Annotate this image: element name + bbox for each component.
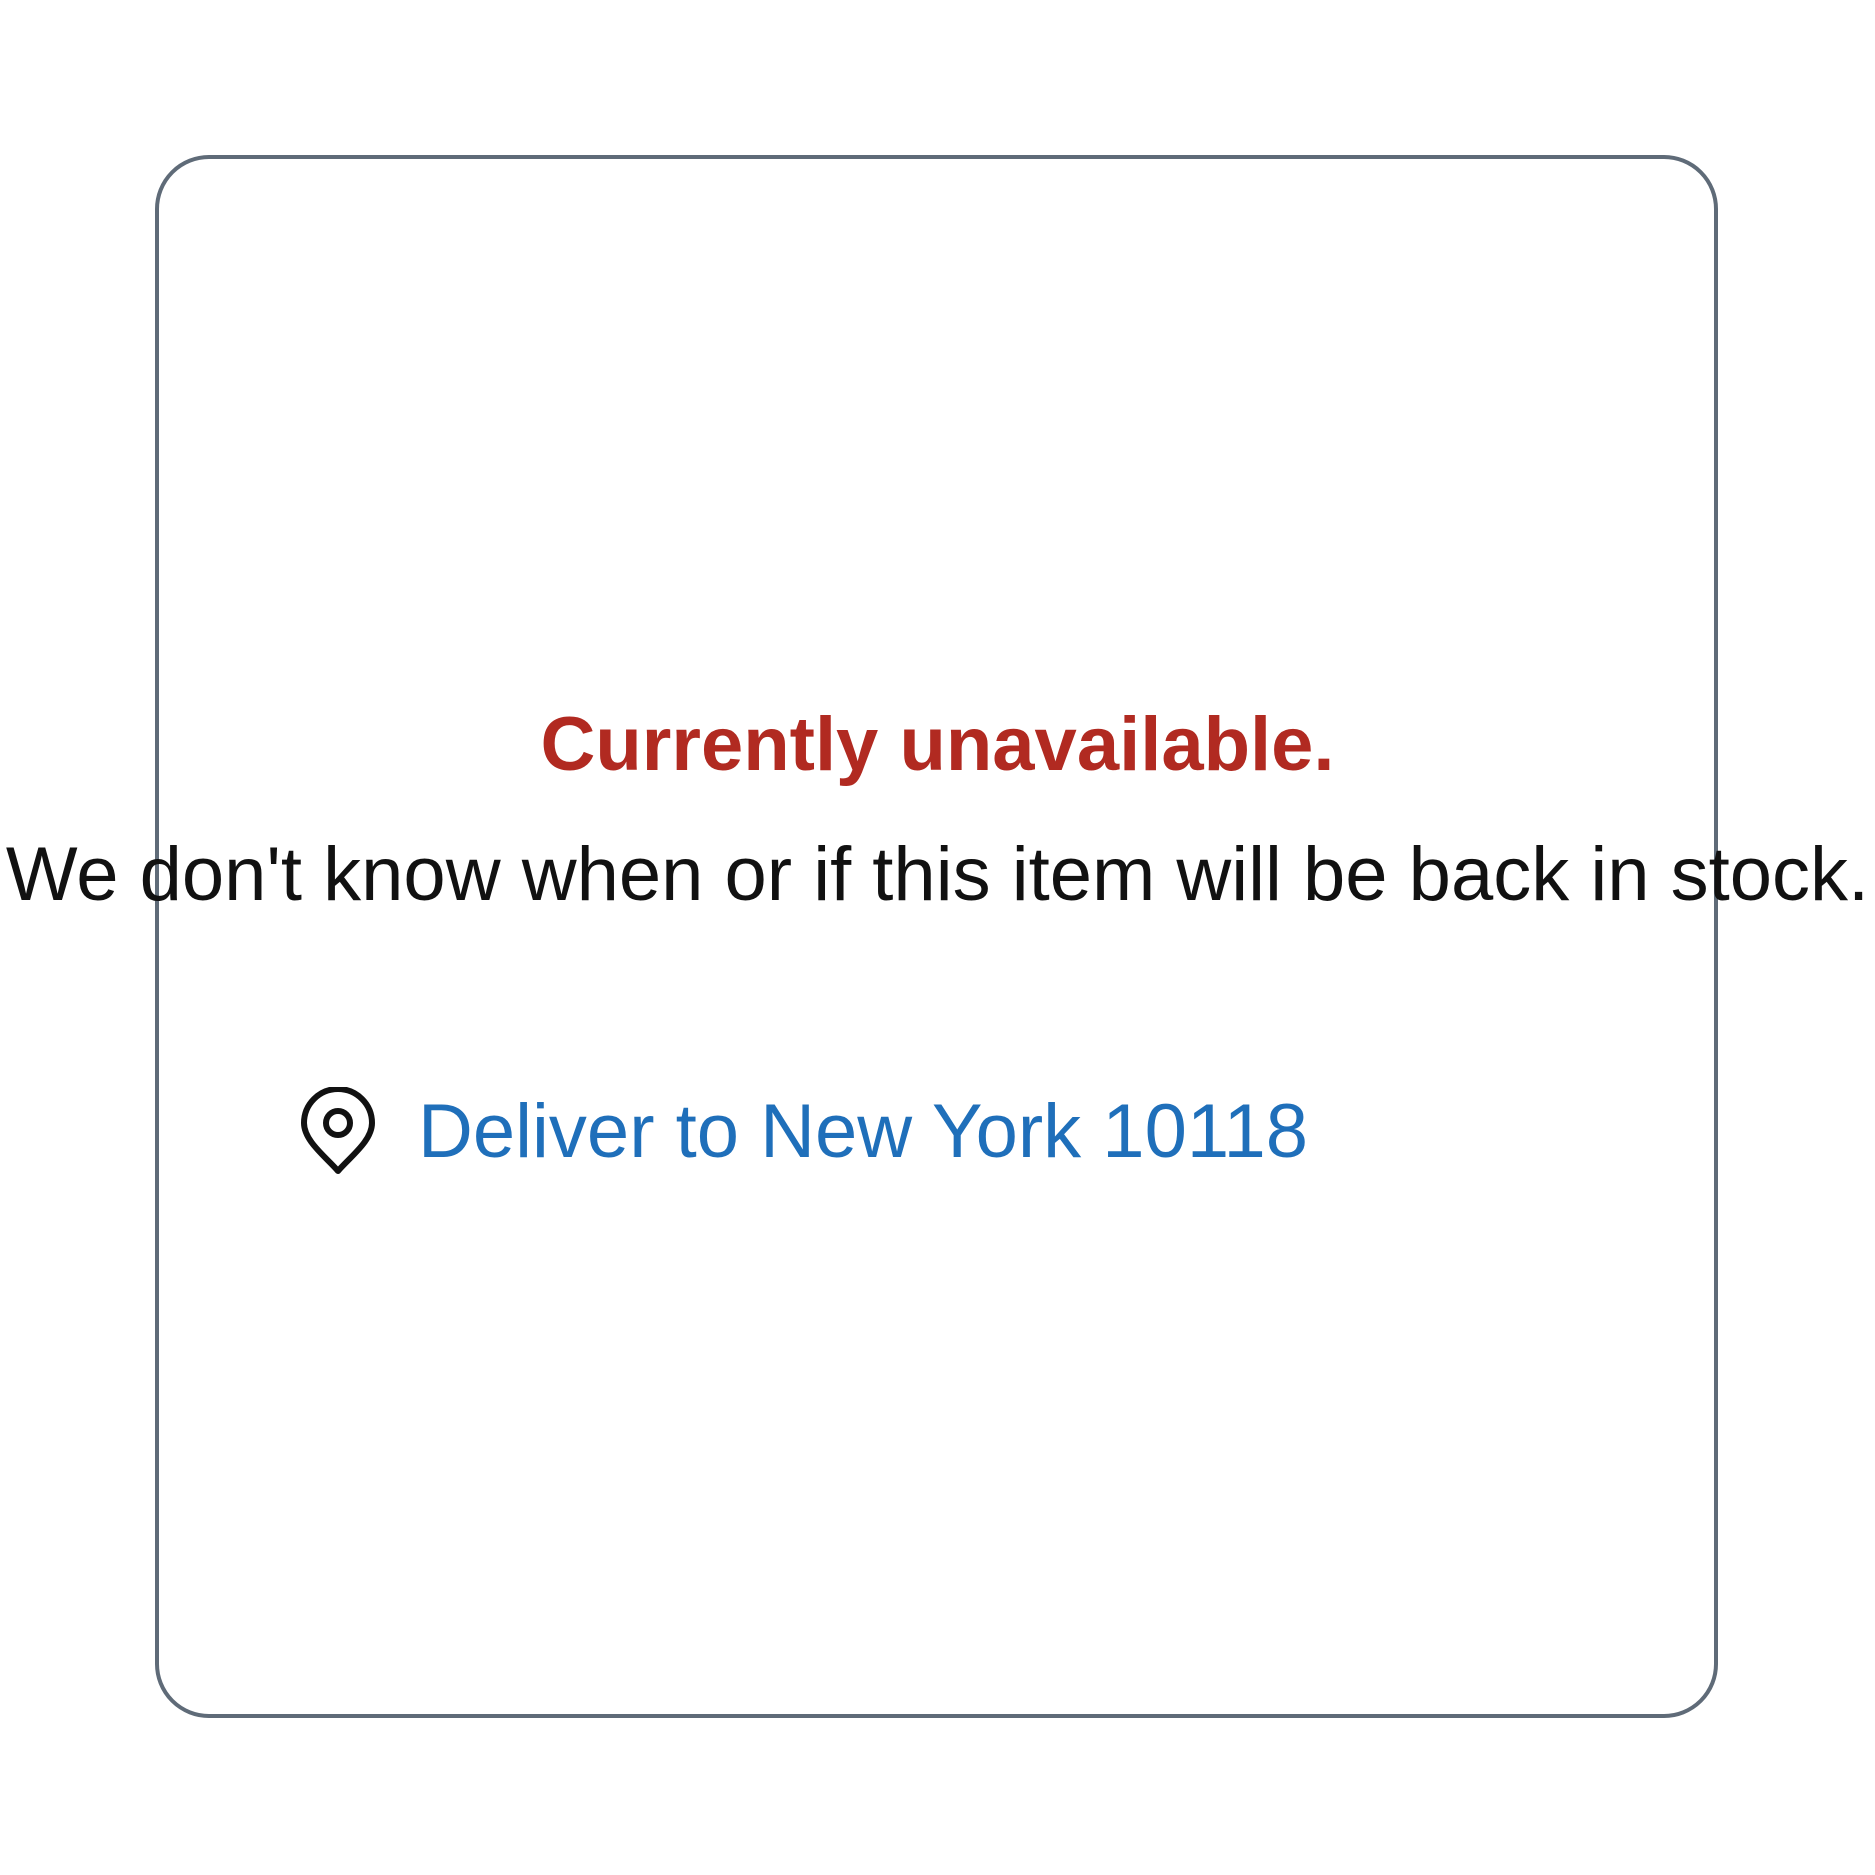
location-pin-icon [301,1087,375,1174]
availability-message: We don't know when or if this item will … [5,832,1870,917]
delivery-location[interactable]: Deliver to New York 10118 [298,1082,1308,1182]
availability-card [155,155,1718,1718]
availability-status: Currently unavailable. [540,702,1335,787]
deliver-to-link[interactable]: Deliver to New York 10118 [418,1082,1308,1182]
